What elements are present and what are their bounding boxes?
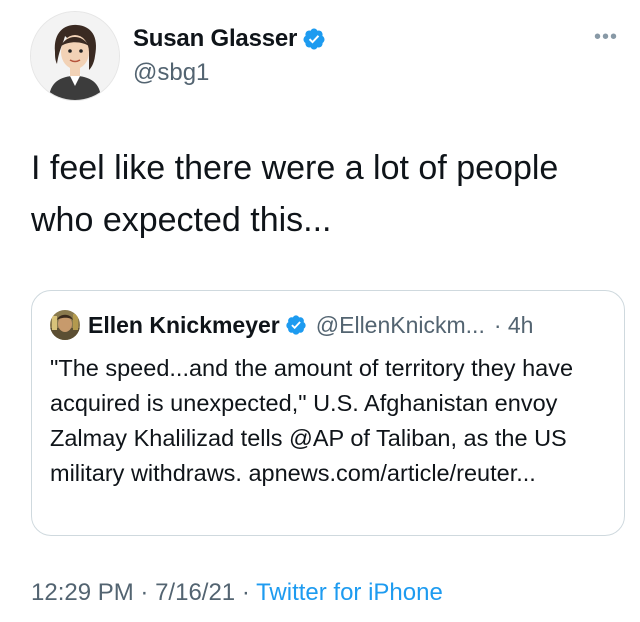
quoted-author-name[interactable]: Ellen Knickmeyer (88, 312, 280, 339)
tweet-date[interactable]: 7/16/21 (155, 579, 235, 606)
quoted-tweet-header: Ellen Knickmeyer @EllenKnickm... · 4h (50, 310, 533, 340)
meta-separator: · (140, 579, 149, 606)
verified-badge-icon (285, 314, 307, 336)
author-name[interactable]: Susan Glasser (133, 25, 297, 53)
profile-illustration-icon (31, 12, 119, 100)
author-name-row: Susan Glasser (133, 25, 326, 53)
profile-photo-icon (50, 310, 80, 340)
author-handle[interactable]: @sbg1 (133, 59, 209, 87)
quoted-tweet-time[interactable]: · 4h (494, 312, 534, 339)
tweet-source-link[interactable]: Twitter for iPhone (256, 579, 443, 606)
quoted-tweet-card[interactable]: Ellen Knickmeyer @EllenKnickm... · 4h "T… (31, 290, 625, 536)
quoted-author-handle[interactable]: @EllenKnickm... (316, 312, 485, 339)
more-options-icon[interactable]: ••• (594, 26, 618, 49)
verified-badge-icon (302, 27, 326, 51)
tweet-time[interactable]: 12:29 PM (31, 579, 134, 606)
tweet-text: I feel like there were a lot of people w… (31, 149, 559, 239)
quoted-author-avatar[interactable] (50, 310, 80, 340)
author-avatar[interactable] (30, 11, 120, 101)
quoted-tweet-text: "The speed...and the amount of territory… (50, 355, 574, 486)
tweet-metadata: 12:29 PM · 7/16/21 · Twitter for iPhone (31, 579, 443, 607)
meta-separator: · (241, 579, 250, 606)
